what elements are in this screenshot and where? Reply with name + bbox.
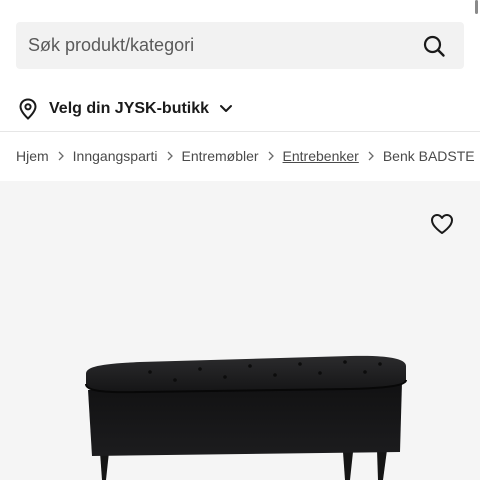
heart-icon[interactable] [430,213,454,235]
breadcrumb-current: Benk BADSTE [382,148,475,164]
search-bar[interactable] [16,22,464,69]
search-icon[interactable] [422,34,446,58]
store-selector[interactable]: Velg din JYSK-butikk [18,96,233,122]
search-input[interactable] [28,35,422,56]
product-image [85,355,407,480]
divider [0,131,480,132]
chevron-right-icon [368,151,374,161]
breadcrumb-item-entrebenker[interactable]: Entrebenker [283,148,359,164]
breadcrumb-item-inngangsparti[interactable]: Inngangsparti [73,148,158,164]
store-selector-label: Velg din JYSK-butikk [49,100,210,117]
breadcrumb-item-hjem[interactable]: Hjem [16,148,49,164]
chevron-down-icon [220,105,233,112]
chevron-right-icon [167,151,173,161]
breadcrumb: Hjem Inngangsparti Entremøbler Entrebenk… [16,146,475,166]
location-pin-icon [19,98,37,120]
breadcrumb-item-entremobler[interactable]: Entremøbler [182,148,259,164]
chevron-right-icon [58,151,64,161]
chevron-right-icon [268,151,274,161]
scrollbar[interactable] [475,0,478,14]
